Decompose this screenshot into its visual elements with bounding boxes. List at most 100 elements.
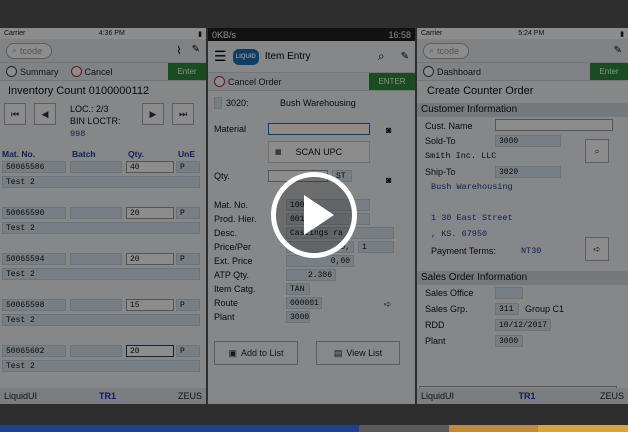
wrench-icon[interactable]: ✎ <box>614 45 622 56</box>
select-checkbox[interactable] <box>214 97 222 109</box>
view-list-icon: ▤ <box>333 347 343 358</box>
tr-label: TR1 <box>99 391 117 401</box>
status-bar: 0KB/s 16:58 <box>208 28 415 41</box>
summary-button[interactable]: Summary <box>0 66 65 77</box>
camera-icon[interactable]: ◙ <box>386 125 391 135</box>
search-placeholder: tcode <box>437 45 460 56</box>
next-button[interactable]: ▶ <box>142 103 164 125</box>
sold-to-value[interactable]: 3000 <box>495 135 561 147</box>
customer-section-header: Customer Information <box>417 103 628 117</box>
per-value: 1 <box>358 241 394 253</box>
battery-icon: ▮ <box>198 30 202 38</box>
time-label: 4:36 PM <box>98 30 125 37</box>
footer: LiquidUI TR1 ZEUS <box>0 388 206 404</box>
plant-label: Plant <box>214 312 235 322</box>
status-bar: Carrier 5:24 PM ▮ <box>417 28 628 39</box>
qty-input[interactable]: 20 <box>126 207 174 219</box>
qty-input[interactable]: 40 <box>126 161 174 173</box>
sales-grp-name: Group C1 <box>525 304 565 314</box>
qty-label: Qty. <box>214 171 230 181</box>
qty-input[interactable]: 15 <box>126 299 174 311</box>
mat-no-cell: 50065602 <box>2 345 66 357</box>
counter-order-content: Create Counter Order Customer Informatio… <box>417 81 628 404</box>
ext-price-label: Ext. Price <box>214 256 253 266</box>
cancel-button[interactable]: Cancel <box>65 66 119 77</box>
arrow-right-icon[interactable]: ➪ <box>384 299 392 310</box>
left-screen: Carrier 4:36 PM ▮ ⌕ tcode ⌇ ✎ Summary Ca… <box>0 28 206 404</box>
battery-icon: ▮ <box>620 30 624 38</box>
tcode-search[interactable]: ⌕ tcode <box>6 42 52 59</box>
batch-cell[interactable] <box>70 345 122 357</box>
cust-name-label: Cust. Name <box>425 121 473 131</box>
strip-blue <box>0 425 359 432</box>
qty-input[interactable]: 20 <box>126 253 174 265</box>
payment-terms-label: Payment Terms: <box>431 246 496 256</box>
col-mat-no: Mat. No. <box>2 149 36 159</box>
cancel-icon <box>214 76 225 87</box>
play-button[interactable] <box>271 172 357 258</box>
sold-to-label: Sold-To <box>425 136 456 146</box>
batch-cell[interactable] <box>70 207 122 219</box>
cancel-label: Cancel <box>84 66 113 77</box>
material-input[interactable] <box>268 123 370 135</box>
ship-to-value[interactable]: 3020 <box>495 166 561 178</box>
view-list-button[interactable]: ▤ View List <box>316 341 400 365</box>
qty-input[interactable]: 20 <box>126 345 174 357</box>
footer: LiquidUI TR1 ZEUS <box>417 388 628 404</box>
address-line-2: , KS. 67950 <box>431 229 488 239</box>
menu-icon[interactable]: ☰ <box>214 48 227 65</box>
add-to-list-button[interactable]: ▣ Add to List <box>214 341 298 365</box>
material-label: Material <box>214 124 247 134</box>
search-icon[interactable]: ⌕ <box>378 49 385 64</box>
col-batch: Batch <box>72 149 96 159</box>
tr-label: TR1 <box>518 391 536 401</box>
forward-button[interactable]: ➪ <box>585 237 609 261</box>
enter-button[interactable]: Enter <box>168 63 206 80</box>
action-bar: Dashboard Enter <box>417 63 628 81</box>
summary-label: Summary <box>20 66 59 77</box>
view-list-label: View List <box>346 348 383 358</box>
batch-cell[interactable] <box>70 161 122 173</box>
mat-no-cell: 50065598 <box>2 299 66 311</box>
batch-cell[interactable] <box>70 253 122 265</box>
last-button[interactable]: ⏭ <box>172 103 194 125</box>
paperclip-icon[interactable]: ⌇ <box>176 44 181 57</box>
plant-value[interactable]: 3000 <box>495 335 523 347</box>
strip-gold <box>538 425 628 432</box>
first-button[interactable]: ⏮ <box>4 103 26 125</box>
une-cell: P <box>176 207 200 219</box>
enter-button[interactable]: ENTER <box>369 73 415 90</box>
system-label: ZEUS <box>177 391 202 401</box>
atp-qty-label: ATP Qty. <box>214 270 250 280</box>
ship-to-name: Bush Warehousing <box>431 182 513 192</box>
dashboard-button[interactable]: Dashboard <box>417 66 487 77</box>
app-title: Item Entry <box>264 51 311 62</box>
sales-office-value[interactable] <box>495 287 523 299</box>
enter-button[interactable]: Enter <box>590 63 628 80</box>
bottom-color-strip <box>0 425 628 432</box>
status-bar: Carrier 4:36 PM ▮ <box>0 28 206 39</box>
wrench-icon[interactable]: ✎ <box>401 51 409 62</box>
wrench-icon[interactable]: ✎ <box>192 44 200 57</box>
sales-grp-code[interactable]: 311 <box>495 303 519 315</box>
cust-name-input[interactable] <box>495 119 613 131</box>
plant-code: 3020: <box>226 98 249 108</box>
address-line-1: 1 30 East Street <box>431 213 513 223</box>
scan-upc-button[interactable]: ▦ SCAN UPC <box>268 141 370 163</box>
cancel-order-button[interactable]: Cancel Order <box>208 76 288 87</box>
desc-cell: Test 2 <box>2 268 200 280</box>
binoculars-button[interactable]: ⌕ <box>585 139 609 163</box>
rdd-value[interactable]: 10/12/2017 <box>495 319 551 331</box>
dashboard-label: Dashboard <box>437 66 482 77</box>
carrier-label: Carrier <box>421 30 443 37</box>
prev-button[interactable]: ◀ <box>34 103 56 125</box>
batch-cell[interactable] <box>70 299 122 311</box>
plant-name: Bush Warehousing <box>280 98 356 108</box>
bin-value: 998 <box>70 129 86 139</box>
add-list-icon: ▣ <box>228 347 237 358</box>
ship-to-label: Ship-To <box>425 167 456 177</box>
camera-icon[interactable]: ◙ <box>386 175 391 185</box>
sales-section-header: Sales Order Information <box>417 271 628 285</box>
scan-upc-label: SCAN UPC <box>295 147 343 157</box>
tcode-search[interactable]: ⌕ tcode <box>423 42 469 59</box>
